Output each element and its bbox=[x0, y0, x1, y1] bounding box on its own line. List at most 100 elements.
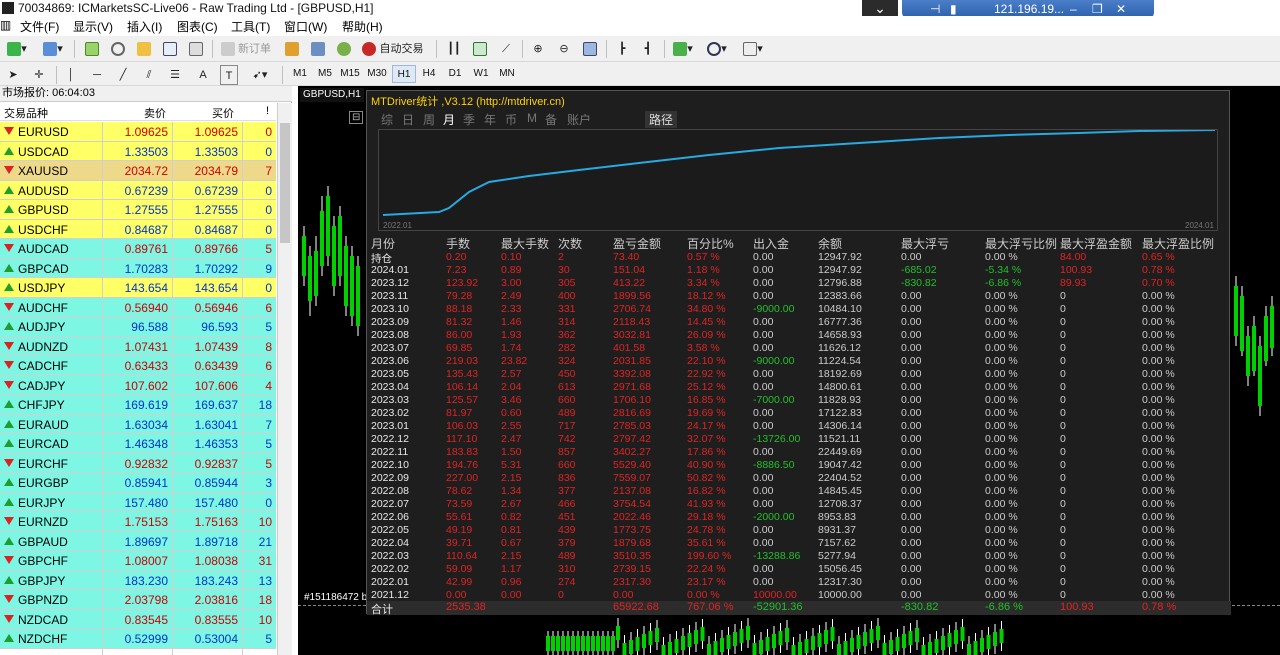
trendline-icon[interactable]: ╱ bbox=[114, 65, 132, 85]
market-watch-row[interactable]: GBPJPY 183.230 183.243 13 bbox=[0, 570, 276, 590]
menu-app-icon[interactable]: ▥ bbox=[0, 18, 11, 32]
tab-day[interactable]: 日 bbox=[402, 111, 414, 128]
crosshair-icon[interactable]: ✛ bbox=[30, 65, 48, 85]
col-bid[interactable]: 卖价 bbox=[144, 105, 166, 121]
tab-quarter[interactable]: 季 bbox=[463, 111, 475, 128]
market-watch-row[interactable]: CADCHF 0.63433 0.63439 6 bbox=[0, 356, 276, 376]
tab-week[interactable]: 周 bbox=[423, 111, 435, 128]
minimize-icon[interactable]: – bbox=[1070, 2, 1077, 16]
tab-summary[interactable]: 综 bbox=[381, 111, 393, 128]
market-watch-row[interactable]: EURAUD 1.63034 1.63041 7 bbox=[0, 414, 276, 434]
tab-magic[interactable]: M bbox=[527, 111, 537, 125]
close-icon[interactable]: ✕ bbox=[1116, 2, 1126, 16]
zoom-out-icon[interactable]: ⊖ bbox=[554, 39, 574, 59]
col-ask[interactable]: 买价 bbox=[212, 105, 234, 121]
menu-help[interactable]: 帮助(H) bbox=[342, 18, 383, 35]
restore-icon[interactable]: ❐ bbox=[1092, 2, 1103, 16]
favorites-icon[interactable] bbox=[134, 39, 154, 59]
tab-currency[interactable]: 币 bbox=[505, 111, 517, 128]
text-tool-icon[interactable]: A bbox=[194, 65, 212, 85]
profiles-button[interactable]: ▾ bbox=[40, 39, 66, 59]
market-watch-row[interactable]: NZDCAD 0.83545 0.83555 10 bbox=[0, 609, 276, 629]
signals-icon[interactable] bbox=[308, 39, 328, 59]
menu-insert[interactable]: 插入(I) bbox=[127, 18, 162, 35]
market-watch-row[interactable]: GBPCAD 1.70283 1.70292 9 bbox=[0, 258, 276, 278]
text-label-icon[interactable]: T bbox=[220, 65, 238, 85]
collapse-panel-icon[interactable]: ⊟ bbox=[349, 111, 364, 124]
tf-m30[interactable]: M30 bbox=[365, 65, 389, 83]
market-watch-row[interactable]: EURCAD 1.46348 1.46353 5 bbox=[0, 434, 276, 454]
market-watch-row[interactable]: EURCHF 0.92832 0.92837 5 bbox=[0, 453, 276, 473]
cell-pnl: 3754.54 bbox=[613, 498, 651, 510]
new-order-button[interactable]: 新订单 bbox=[218, 39, 274, 59]
tile-windows-icon[interactable] bbox=[580, 39, 600, 59]
cursor-icon[interactable]: ➤ bbox=[4, 65, 22, 85]
col-spread[interactable]: ! bbox=[266, 105, 269, 117]
market-watch-row[interactable]: EURUSD 1.09625 1.09625 0 bbox=[0, 122, 276, 142]
col-symbol[interactable]: 交易品种 bbox=[4, 105, 48, 121]
tab-year[interactable]: 年 bbox=[484, 111, 496, 128]
market-watch-row[interactable]: EURGBP 0.85941 0.85944 3 bbox=[0, 473, 276, 493]
menu-window[interactable]: 窗口(W) bbox=[284, 18, 327, 35]
market-watch-row[interactable]: USDCHF 0.84687 0.84687 0 bbox=[0, 219, 276, 239]
tf-m15[interactable]: M15 bbox=[338, 65, 362, 83]
market-watch-row[interactable]: USDCAD 1.33503 1.33503 0 bbox=[0, 141, 276, 161]
auto-trading-button[interactable]: 自动交易 bbox=[358, 39, 428, 59]
path-button[interactable]: 路径 bbox=[645, 111, 678, 128]
menu-charts[interactable]: 图表(C) bbox=[177, 18, 218, 35]
market-watch-row[interactable]: EURNZD 1.75153 1.75163 10 bbox=[0, 512, 276, 532]
horizontal-line-icon[interactable]: ─ bbox=[88, 65, 106, 85]
market-watch-row[interactable]: GBPUSD 1.27555 1.27555 0 bbox=[0, 200, 276, 220]
periods-button[interactable]: ▾ bbox=[704, 39, 730, 59]
terminal-icon[interactable] bbox=[160, 39, 180, 59]
menu-file[interactable]: 文件(F) bbox=[20, 18, 59, 35]
tf-d1[interactable]: D1 bbox=[443, 65, 467, 83]
market-watch-row[interactable]: AUDCAD 0.89761 0.89766 5 bbox=[0, 239, 276, 259]
bar-chart-icon[interactable]: ┃┃ bbox=[444, 39, 464, 59]
market-watch-row[interactable]: USDJPY 143.654 143.654 0 bbox=[0, 278, 276, 298]
tf-mn[interactable]: MN bbox=[495, 65, 519, 83]
auto-scroll-icon[interactable]: ┣ bbox=[612, 39, 632, 59]
tf-h4[interactable]: H4 bbox=[417, 65, 441, 83]
tf-m5[interactable]: M5 bbox=[313, 65, 337, 83]
arrows-button[interactable]: ➹▾ bbox=[246, 65, 274, 85]
market-watch-row[interactable]: AUDUSD 0.67239 0.67239 0 bbox=[0, 180, 276, 200]
chart-shift-icon[interactable]: ┫ bbox=[638, 39, 658, 59]
zoom-in-icon[interactable]: ⊕ bbox=[528, 39, 548, 59]
metaeditor-icon[interactable] bbox=[282, 39, 302, 59]
menu-view[interactable]: 显示(V) bbox=[73, 18, 113, 35]
channel-icon[interactable]: ⫽ bbox=[140, 65, 158, 85]
market-watch-row[interactable]: AUDNZD 1.07431 1.07439 8 bbox=[0, 336, 276, 356]
market-watch-row[interactable]: CHFJPY 169.619 169.637 18 bbox=[0, 395, 276, 415]
vps-icon[interactable] bbox=[334, 39, 354, 59]
templates-button[interactable]: ▾ bbox=[740, 39, 766, 59]
market-watch-row[interactable]: GBPCHF 1.08007 1.08038 31 bbox=[0, 551, 276, 571]
tab-note[interactable]: 备 bbox=[545, 111, 557, 128]
tab-account[interactable]: 账户 bbox=[567, 111, 591, 128]
line-chart-icon[interactable]: ⟋ bbox=[496, 39, 516, 59]
tab-month[interactable]: 月 bbox=[443, 111, 455, 128]
indicators-button[interactable]: ▾ bbox=[670, 39, 696, 59]
cell-max-lots: 3.46 bbox=[501, 394, 522, 406]
vertical-line-icon[interactable]: │ bbox=[62, 65, 80, 85]
market-watch-row[interactable]: CADJPY 107.602 107.606 4 bbox=[0, 375, 276, 395]
tf-h1[interactable]: H1 bbox=[392, 65, 416, 83]
market-watch-row[interactable]: GBPAUD 1.89697 1.89718 21 bbox=[0, 531, 276, 551]
fibonacci-icon[interactable]: ☰ bbox=[166, 65, 184, 85]
market-watch-row[interactable]: NZDCHF 0.52999 0.53004 5 bbox=[0, 629, 276, 649]
tf-m1[interactable]: M1 bbox=[288, 65, 312, 83]
navigator-icon[interactable] bbox=[108, 39, 128, 59]
market-watch-row[interactable]: EURJPY 157.480 157.480 0 bbox=[0, 492, 276, 512]
market-watch-row[interactable]: XAUUSD 2034.72 2034.79 7 bbox=[0, 161, 276, 181]
tf-w1[interactable]: W1 bbox=[469, 65, 493, 83]
menu-tools[interactable]: 工具(T) bbox=[231, 18, 270, 35]
market-watch-scrollbar[interactable] bbox=[277, 103, 292, 655]
new-chart-button[interactable]: ▾ bbox=[4, 39, 30, 59]
market-watch-toggle[interactable] bbox=[82, 39, 102, 59]
candlestick-icon[interactable] bbox=[470, 39, 490, 59]
market-watch-row[interactable]: GBPNZD 2.03798 2.03816 18 bbox=[0, 590, 276, 610]
pin-icon[interactable]: ⊣ bbox=[930, 2, 940, 16]
strategy-tester-icon[interactable] bbox=[186, 39, 206, 59]
market-watch-row[interactable]: AUDJPY 96.588 96.593 5 bbox=[0, 317, 276, 337]
market-watch-row[interactable]: AUDCHF 0.56940 0.56946 6 bbox=[0, 297, 276, 317]
